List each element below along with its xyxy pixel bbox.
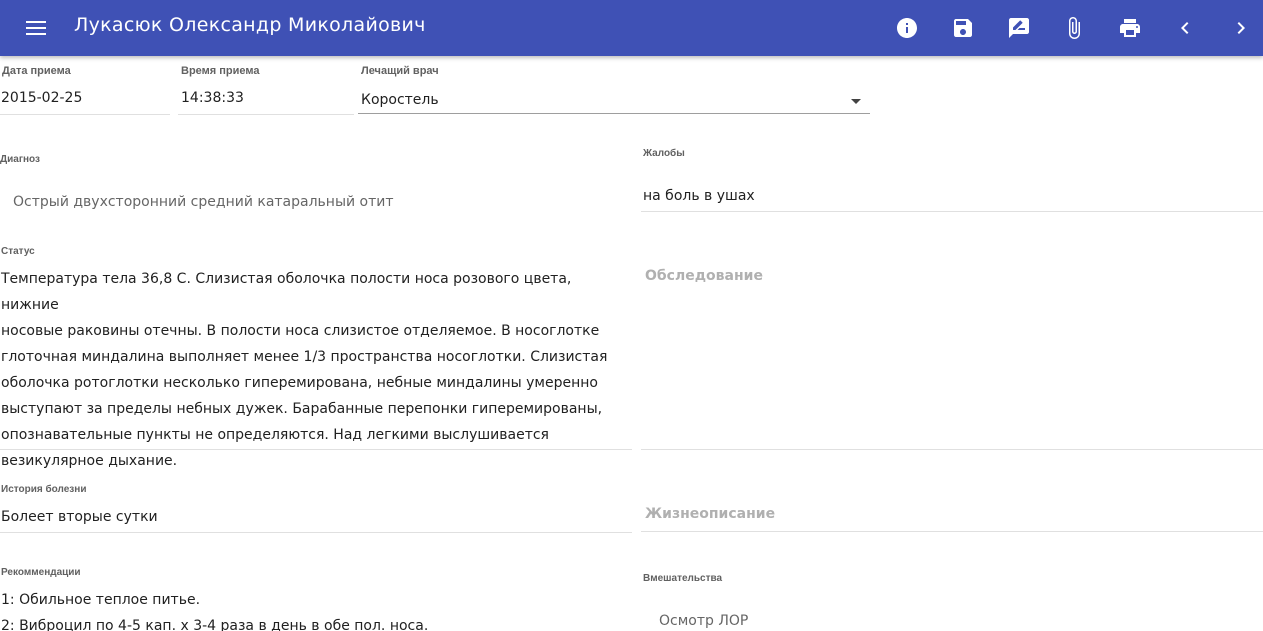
- time-field[interactable]: 14:38:33: [181, 90, 244, 106]
- diagnosis-value[interactable]: Острый двухсторонний средний катаральный…: [13, 194, 394, 210]
- status-line: везикулярное дыхание.: [1, 453, 178, 469]
- doctor-underline: [358, 113, 870, 114]
- recommendations-textarea[interactable]: 1: Обильное теплое питье. 2: Виброцил по…: [1, 587, 631, 631]
- life-history-field[interactable]: Жизнеописание: [645, 506, 775, 522]
- recommendation-line: 1: Обильное теплое питье.: [1, 592, 201, 608]
- status-line: носовые раковины отечны. В полости носа …: [1, 323, 600, 339]
- status-line: оболочка ротоглотки несколько гиперемиро…: [1, 375, 598, 391]
- history-label: История болезни: [1, 484, 87, 495]
- app-bar: Лукасюк Олександр Миколайович: [0, 0, 1263, 56]
- recommendation-line: 2: Виброцил по 4-5 кап. х 3-4 раза в ден…: [1, 618, 429, 631]
- status-textarea[interactable]: Температура тела 36,8 С. Слизистая оболо…: [1, 266, 631, 474]
- interventions-label: Вмешательства: [643, 573, 723, 584]
- info-icon[interactable]: [893, 14, 921, 42]
- doctor-select[interactable]: Коростель: [361, 92, 439, 108]
- intervention-item[interactable]: Осмотр ЛОР: [659, 613, 748, 629]
- doctor-label: Лечащий врач: [361, 65, 439, 77]
- patient-name-title: Лукасюк Олександр Миколайович: [74, 14, 426, 36]
- status-line: глоточная миндалина выполняет менее 1/3 …: [1, 349, 608, 365]
- diagnosis-label: Диагноз: [0, 154, 40, 165]
- status-line: выступают за пределы небных дужек. Бараб…: [1, 401, 603, 417]
- time-label: Время приема: [181, 65, 260, 77]
- date-field[interactable]: 2015-02-25: [1, 90, 82, 106]
- status-label: Статус: [1, 246, 35, 257]
- dropdown-arrow-icon[interactable]: [851, 99, 861, 104]
- complaints-field[interactable]: на боль в ушах: [643, 188, 755, 204]
- history-field[interactable]: Болеет вторые сутки: [1, 509, 158, 525]
- rate-review-icon[interactable]: [1005, 14, 1033, 42]
- save-icon[interactable]: [949, 14, 977, 42]
- complaints-label: Жалобы: [643, 148, 685, 159]
- chevron-left-icon[interactable]: [1171, 14, 1199, 42]
- complaints-underline: [641, 211, 1263, 212]
- examination-underline: [641, 449, 1263, 450]
- date-underline: [0, 114, 170, 115]
- recommendations-label: Рекоммендации: [1, 567, 81, 578]
- examination-field[interactable]: Обследование: [645, 268, 763, 284]
- menu-icon[interactable]: [22, 14, 50, 42]
- print-icon[interactable]: [1116, 14, 1144, 42]
- life-history-underline: [641, 531, 1263, 532]
- status-underline: [0, 449, 632, 450]
- history-underline: [0, 532, 632, 533]
- status-line: Температура тела 36,8 С. Слизистая оболо…: [1, 271, 572, 313]
- status-line: опознавательные пункты не определяются. …: [1, 427, 549, 443]
- attach-icon[interactable]: [1060, 14, 1088, 42]
- chevron-right-icon[interactable]: [1227, 14, 1255, 42]
- time-underline: [178, 114, 354, 115]
- date-label: Дата приема: [2, 65, 71, 77]
